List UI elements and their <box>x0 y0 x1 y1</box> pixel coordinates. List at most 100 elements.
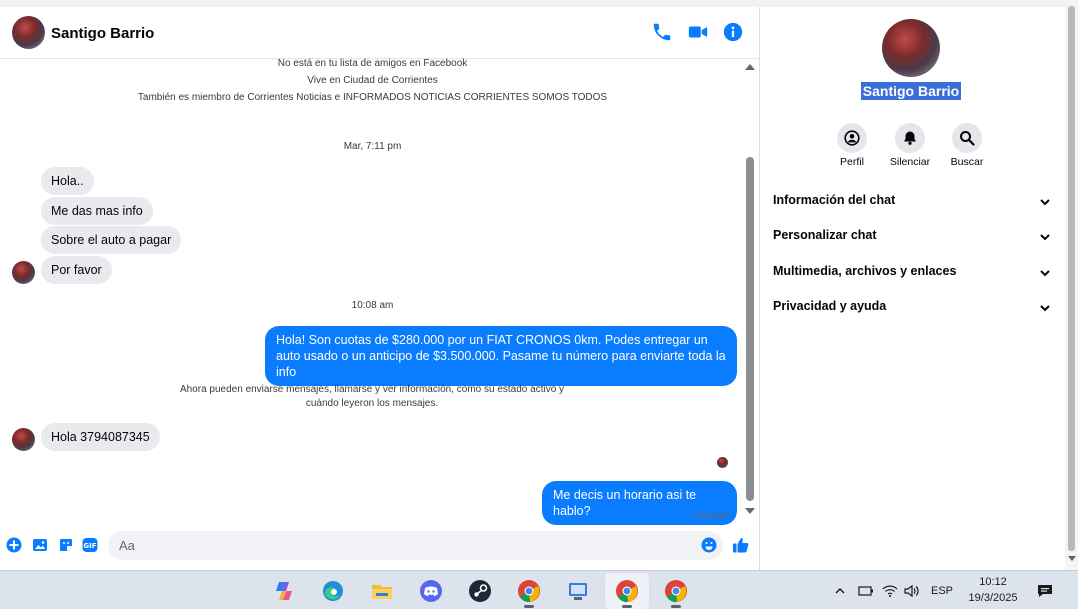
messenger-window: Santigo Barrio No está en tu lista de am… <box>0 0 1078 570</box>
sender-avatar[interactable] <box>12 428 35 451</box>
emoji-icon[interactable] <box>701 537 717 553</box>
discord-taskbar-button[interactable] <box>409 573 453 609</box>
incoming-message[interactable]: Sobre el auto a pagar <box>41 226 182 254</box>
timestamp: Mar, 7:11 pm <box>343 141 402 152</box>
speaker-icon <box>904 584 919 597</box>
section-media-files-links[interactable]: Multimedia, archivos y enlaces <box>773 264 1053 286</box>
composer: GIF Aa <box>0 529 759 563</box>
clock[interactable]: 10:12 19/3/2025 <box>958 574 1028 606</box>
network-button[interactable] <box>880 571 900 610</box>
section-customize-chat[interactable]: Personalizar chat <box>773 228 1053 250</box>
chrome-icon <box>616 580 638 603</box>
bell-icon <box>904 131 916 145</box>
copilot-taskbar-button[interactable] <box>262 573 306 609</box>
copilot-icon <box>276 582 292 600</box>
contact-name[interactable]: Santigo Barrio <box>51 25 154 42</box>
chat-scrollbar[interactable] <box>740 59 759 519</box>
incoming-message[interactable]: Me das mas info <box>41 197 153 225</box>
mute-button[interactable]: Silenciar <box>880 123 940 168</box>
control-panel-icon <box>569 583 587 600</box>
edge-icon <box>323 581 343 601</box>
steam-icon <box>469 580 491 602</box>
section-label: Privacidad y ayuda <box>773 299 887 313</box>
incoming-message[interactable]: Hola.. <box>41 167 94 195</box>
chevron-down-icon <box>1040 234 1050 241</box>
incoming-message[interactable]: Hola 3794087345 <box>41 423 160 451</box>
clock-date: 19/3/2025 <box>968 592 1018 604</box>
profile-name[interactable]: Santigo Barrio <box>860 82 962 100</box>
edge-taskbar-button[interactable] <box>311 573 355 609</box>
section-label: Información del chat <box>773 193 896 207</box>
intro-not-friend: No está en tu lista de amigos en Faceboo… <box>277 58 468 69</box>
running-indicator <box>524 605 534 608</box>
section-label: Multimedia, archivos y enlaces <box>773 264 957 278</box>
file-explorer-taskbar-button[interactable] <box>360 573 404 609</box>
volume-button[interactable] <box>902 571 922 610</box>
input-language[interactable]: ESP <box>928 571 956 610</box>
connection-notice: Ahora pueden enviarse mensajes, llamarse… <box>179 384 565 409</box>
svg-text:GIF: GIF <box>83 542 96 550</box>
avatar[interactable] <box>12 16 45 49</box>
user-circle-icon <box>844 130 860 146</box>
message-input[interactable]: Aa <box>108 531 723 560</box>
profile-label: Perfil <box>840 156 864 168</box>
chrome-icon <box>518 580 540 603</box>
show-hidden-icons-button[interactable] <box>832 571 848 610</box>
intro-groups: También es miembro de Corrientes Noticia… <box>137 92 608 103</box>
seen-indicator-avatar <box>717 457 728 468</box>
section-label: Personalizar chat <box>773 228 877 242</box>
chevron-down-icon <box>1040 270 1050 277</box>
sent-status: Enviado <box>695 510 730 521</box>
chat-pane: Santigo Barrio No está en tu lista de am… <box>0 7 760 570</box>
section-privacy-help[interactable]: Privacidad y ayuda <box>773 299 1053 321</box>
gif-icon[interactable]: GIF <box>82 537 98 553</box>
chrome-profile-taskbar-button[interactable] <box>654 573 698 609</box>
mute-label: Silenciar <box>889 156 931 168</box>
video-camera-icon[interactable] <box>687 21 709 43</box>
control-panel-taskbar-button[interactable] <box>556 573 600 609</box>
clock-time: 10:12 <box>979 576 1007 588</box>
search-label: Buscar <box>950 156 984 168</box>
image-icon[interactable] <box>32 537 48 553</box>
sticker-icon[interactable] <box>58 537 74 553</box>
chrome-taskbar-button-active[interactable] <box>605 573 649 609</box>
taskbar: ESP 10:12 19/3/2025 <box>0 570 1078 609</box>
scroll-down-arrow[interactable] <box>1068 556 1076 561</box>
top-strip <box>0 0 1078 7</box>
search-button[interactable]: Buscar <box>937 123 997 168</box>
scroll-down-arrow[interactable] <box>745 508 755 514</box>
page-scrollbar[interactable] <box>1065 0 1078 570</box>
search-icon <box>960 131 975 146</box>
steam-taskbar-button[interactable] <box>458 573 502 609</box>
running-indicator <box>622 605 632 608</box>
chat-header: Santigo Barrio <box>0 7 759 59</box>
scroll-thumb[interactable] <box>1068 6 1075 551</box>
chrome-icon <box>665 580 687 603</box>
incoming-message[interactable]: Por favor <box>41 256 112 284</box>
chevron-down-icon <box>1040 305 1050 312</box>
profile-avatar[interactable] <box>882 19 940 77</box>
outgoing-message[interactable]: Hola! Son cuotas de $280.000 por un FIAT… <box>265 326 737 386</box>
chevron-down-icon <box>1040 199 1050 206</box>
battery-icon <box>858 585 873 596</box>
notifications-button[interactable] <box>1034 571 1056 610</box>
section-chat-info[interactable]: Información del chat <box>773 193 1053 215</box>
folder-icon <box>372 585 392 599</box>
chrome-taskbar-button[interactable] <box>507 573 551 609</box>
plus-icon[interactable] <box>6 537 22 553</box>
intro-location: Vive en Ciudad de Corrientes <box>307 75 438 86</box>
timestamp: 10:08 am <box>351 300 394 311</box>
info-icon[interactable] <box>722 21 744 43</box>
thumbs-up-icon[interactable] <box>732 536 750 554</box>
scroll-up-arrow[interactable] <box>745 64 755 70</box>
running-indicator <box>671 605 681 608</box>
battery-button[interactable] <box>856 571 876 610</box>
details-pane: Santigo Barrio Perfil Silenciar Buscar I… <box>761 7 1065 570</box>
phone-icon[interactable] <box>651 21 673 43</box>
scroll-thumb[interactable] <box>746 157 754 501</box>
profile-button[interactable]: Perfil <box>822 123 882 168</box>
sender-avatar[interactable] <box>12 261 35 284</box>
discord-icon <box>420 580 442 602</box>
notification-icon <box>1038 584 1052 597</box>
chevron-up-icon <box>835 587 845 594</box>
